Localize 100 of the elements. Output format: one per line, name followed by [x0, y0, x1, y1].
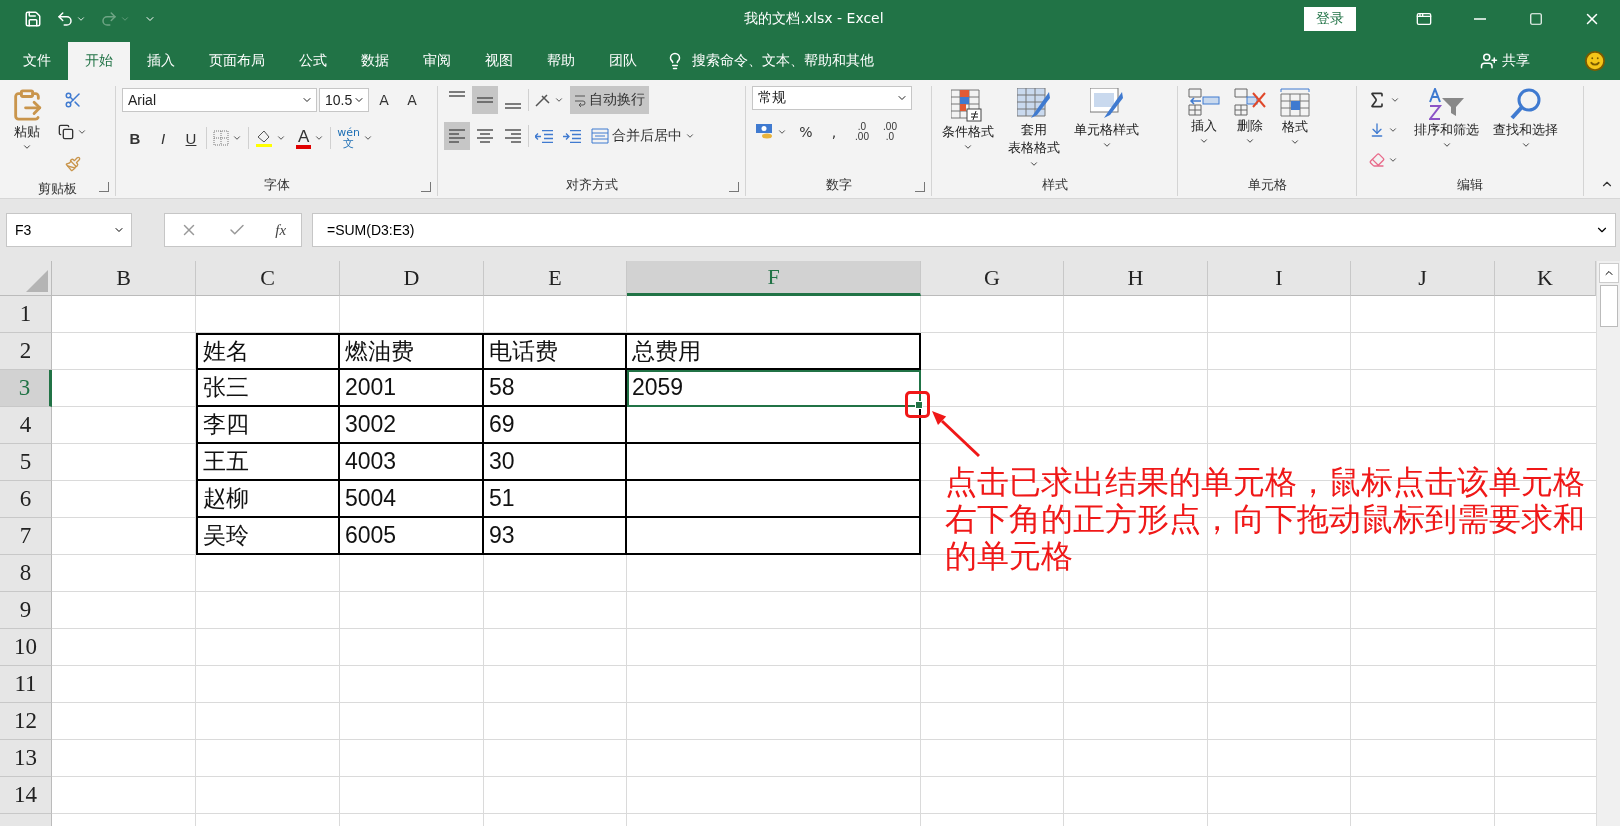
column-header[interactable]: H	[1064, 261, 1208, 296]
table-cell: 姓名	[196, 333, 340, 370]
vertical-align-button[interactable]	[472, 86, 498, 114]
group-label: 单元格	[1247, 176, 1287, 194]
column-header[interactable]: K	[1495, 261, 1596, 296]
increase-decimal-button[interactable]: .0 .00	[849, 118, 875, 146]
column-header[interactable]: C	[196, 261, 340, 296]
cells-button[interactable]: 插入	[1184, 86, 1224, 174]
row-header[interactable]: 8	[0, 555, 52, 592]
column-header[interactable]: D	[340, 261, 484, 296]
style-button[interactable]: 套用 表格格式	[1004, 86, 1064, 174]
row-header[interactable]: 13	[0, 740, 52, 777]
dialog-launcher-icon[interactable]	[915, 182, 925, 192]
window-title: 我的文档.xlsx - Excel	[743, 10, 885, 28]
cell-style-icon	[1089, 88, 1124, 120]
bold-button[interactable]: B	[122, 124, 148, 152]
row-header[interactable]: 3	[0, 370, 52, 407]
grow-font-button[interactable]: A	[371, 86, 397, 114]
ribbon-tab[interactable]: 数据	[344, 42, 406, 80]
shrink-font-button[interactable]: A	[399, 86, 425, 114]
dialog-launcher-icon[interactable]	[729, 182, 739, 192]
save-button[interactable]	[24, 10, 42, 28]
insert-function-button[interactable]: fx	[275, 221, 287, 239]
ribbon-tab[interactable]: 帮助	[530, 42, 592, 80]
font-size-field[interactable]: 10.5	[319, 88, 369, 112]
horizontal-align-button[interactable]	[444, 122, 470, 150]
vertical-scrollbar[interactable]	[1596, 261, 1620, 826]
format-cells-icon	[1280, 88, 1310, 117]
merge-center-button[interactable]: 合并后居中	[587, 122, 699, 150]
row-header[interactable]: 4	[0, 407, 52, 444]
wrap-text-button[interactable]: 自动换行	[570, 86, 649, 114]
editing-button[interactable]: 查找和选择	[1489, 86, 1562, 174]
row-header[interactable]: 5	[0, 444, 52, 481]
column-header[interactable]: F	[627, 261, 921, 296]
table-cell: 赵柳	[196, 481, 340, 518]
style-button[interactable]: 单元格样式	[1070, 86, 1143, 174]
dialog-launcher-icon[interactable]	[99, 182, 109, 192]
ribbon-tab[interactable]: 页面布局	[192, 42, 282, 80]
row-header[interactable]: 1	[0, 296, 52, 333]
decrease-decimal-button[interactable]: .00 .0	[877, 118, 903, 146]
wrap-icon	[574, 93, 586, 107]
ribbon-tab[interactable]: 文件	[6, 42, 68, 80]
dialog-launcher-icon[interactable]	[421, 182, 431, 192]
paste-button[interactable]: 粘贴	[6, 86, 48, 178]
ribbon-tab[interactable]: 视图	[468, 42, 530, 80]
row-header[interactable]: 2	[0, 333, 52, 370]
formula-field[interactable]: =SUM(D3:E3)	[312, 213, 1616, 247]
smiley-icon[interactable]	[1584, 50, 1606, 72]
row-header[interactable]: 7	[0, 518, 52, 555]
row-header[interactable]: 14	[0, 777, 52, 814]
align-icon	[505, 103, 521, 109]
tell-me-field[interactable]: 搜索命令、文本、帮助和其他	[692, 52, 874, 70]
phonetic-button[interactable]: wén 文	[333, 124, 378, 152]
group-label: 数字	[825, 176, 852, 194]
row-header[interactable]: 11	[0, 666, 52, 703]
active-cell[interactable]: 2059	[627, 370, 921, 407]
font-color-button[interactable]: A	[292, 124, 329, 152]
number-format-field[interactable]: 常规	[752, 86, 912, 110]
caret-icon	[314, 133, 325, 143]
fill-handle[interactable]	[915, 401, 923, 409]
cells-button[interactable]: 删除	[1230, 86, 1270, 174]
ribbon-tab[interactable]: 公式	[282, 42, 344, 80]
ribbon-tab[interactable]: 开始	[68, 42, 130, 80]
group-label: 剪贴板	[38, 180, 77, 198]
table-cell: 51	[484, 481, 627, 518]
row-header[interactable]: 12	[0, 703, 52, 740]
ribbon-tab[interactable]: 插入	[130, 42, 192, 80]
comma-button[interactable]: ,	[821, 118, 847, 146]
font-name-field[interactable]: Arial	[122, 88, 317, 112]
highlight-box	[905, 391, 930, 418]
style-button[interactable]: 条件格式	[938, 86, 998, 174]
login-button[interactable]: 登录	[1304, 7, 1356, 31]
underline-button[interactable]: U	[178, 124, 204, 152]
table-cell: 93	[484, 518, 627, 555]
caret-icon	[1388, 155, 1398, 165]
caret-icon	[1388, 125, 1398, 135]
column-header[interactable]: J	[1351, 261, 1495, 296]
cells-button[interactable]: 格式	[1276, 86, 1314, 174]
scroll-thumb[interactable]	[1599, 285, 1618, 327]
percent-button[interactable]: %	[793, 118, 819, 146]
share-button[interactable]: 共享	[1474, 42, 1536, 80]
ribbon-tab[interactable]: 团队	[592, 42, 654, 80]
name-box[interactable]: F3	[6, 213, 132, 247]
row-header[interactable]: 6	[0, 481, 52, 518]
column-header[interactable]: I	[1208, 261, 1351, 296]
scroll-up-button[interactable]	[1598, 263, 1619, 283]
column-header[interactable]: G	[921, 261, 1064, 296]
redo-button[interactable]	[100, 10, 130, 28]
sort-filter-icon	[1428, 88, 1465, 120]
caret-icon	[1390, 95, 1400, 105]
row-header[interactable]: 9	[0, 592, 52, 629]
column-header[interactable]: B	[52, 261, 196, 296]
italic-button[interactable]: I	[150, 124, 176, 152]
column-header[interactable]: E	[484, 261, 627, 296]
orientation-icon	[535, 93, 551, 107]
undo-button[interactable]	[56, 10, 86, 28]
ribbon-tab[interactable]: 审阅	[406, 42, 468, 80]
row-header[interactable]: 10	[0, 629, 52, 666]
triangle-icon	[26, 270, 48, 292]
editing-button[interactable]: 排序和筛选	[1410, 86, 1483, 174]
